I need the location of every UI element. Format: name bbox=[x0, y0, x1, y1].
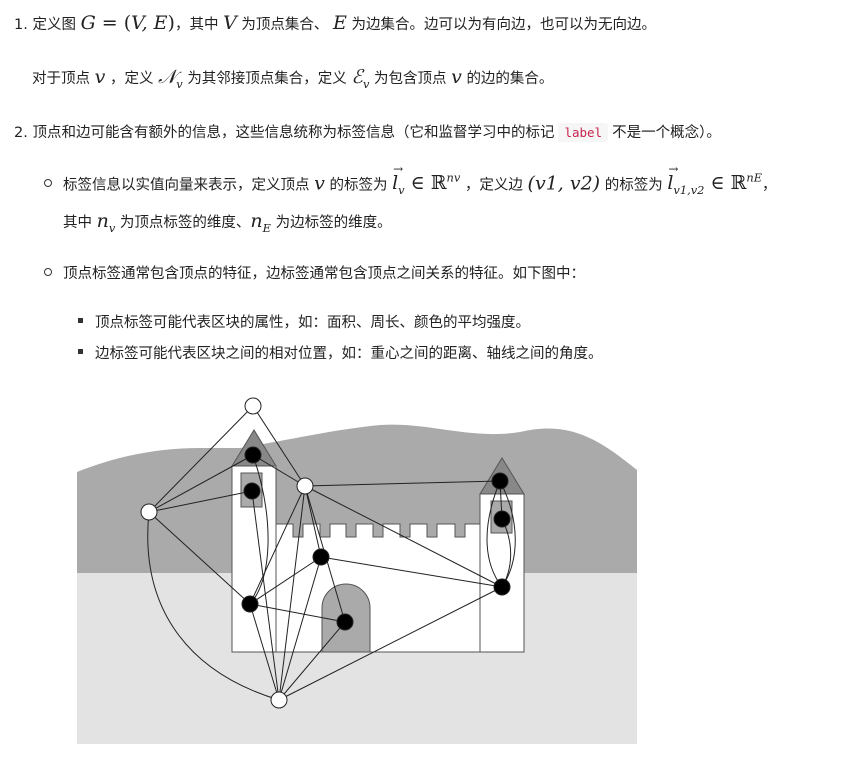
vertex-black bbox=[244, 446, 262, 464]
vertex-white bbox=[140, 503, 158, 521]
vertex-white bbox=[270, 691, 288, 709]
vertex-black bbox=[493, 510, 511, 528]
vertex-black bbox=[312, 548, 330, 566]
vertex-black bbox=[241, 595, 259, 613]
vertex-black bbox=[491, 472, 509, 490]
vertex-black bbox=[493, 578, 511, 596]
castle-graph-figure bbox=[77, 397, 637, 744]
vertex-white bbox=[296, 477, 314, 495]
vertex-black bbox=[336, 613, 354, 631]
vertex-black bbox=[243, 482, 261, 500]
vertex-white bbox=[244, 397, 262, 415]
castle-wall bbox=[275, 523, 481, 653]
